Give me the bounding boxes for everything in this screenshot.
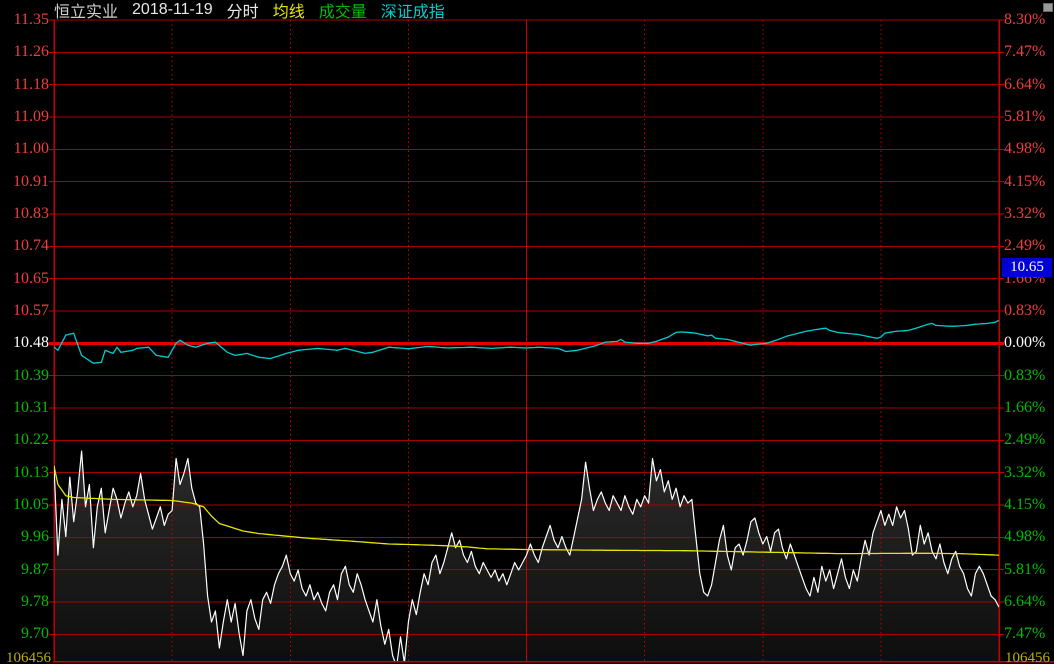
toggle-volume[interactable]: 成交量 <box>319 0 367 22</box>
left-axis-label: 10.05 <box>0 497 49 513</box>
stock-name[interactable]: 恒立实业 <box>54 0 118 22</box>
left-axis-label: 9.96 <box>0 529 49 545</box>
window-resize-icon[interactable] <box>1043 3 1053 12</box>
tab-intraday[interactable]: 分时 <box>227 0 259 22</box>
right-axis-label: 0.83% <box>1004 368 1054 384</box>
left-axis-label: 10.74 <box>0 238 49 254</box>
right-axis-label: 5.81% <box>1004 562 1054 578</box>
right-axis-label: 3.32% <box>1004 465 1054 481</box>
right-axis-label: 0.83% <box>1004 303 1054 319</box>
toggle-index-overlay[interactable]: 深证成指 <box>381 0 445 22</box>
right-axis-label: 4.15% <box>1004 174 1054 190</box>
left-axis-label: 9.87 <box>0 562 49 578</box>
left-axis-label: 10.91 <box>0 174 49 190</box>
left-axis-label: 10.22 <box>0 432 49 448</box>
right-axis-label: 4.15% <box>1004 497 1054 513</box>
right-axis-label: 8.30% <box>1004 12 1054 28</box>
toggle-ma-line[interactable]: 均线 <box>273 0 305 22</box>
right-axis-label: 4.98% <box>1004 141 1054 157</box>
right-axis-label: 6.64% <box>1004 77 1054 93</box>
chart-date: 2018-11-19 <box>132 1 213 19</box>
left-axis-label: 10.31 <box>0 400 49 416</box>
left-axis-label: 11.35 <box>0 12 49 28</box>
left-axis-label: 11.09 <box>0 109 49 125</box>
left-axis-label: 11.00 <box>0 141 49 157</box>
right-axis-label: 6.64% <box>1004 594 1054 610</box>
left-axis-label: 10.57 <box>0 303 49 319</box>
chart-header: 恒立实业 2018-11-19 分时 均线 成交量 深证成指 <box>54 0 459 19</box>
left-axis-label: 10.65 <box>0 271 49 287</box>
right-axis-label: 0.00% <box>1004 335 1054 351</box>
intraday-chart-screen: 恒立实业 2018-11-19 分时 均线 成交量 深证成指 11.35 11.2… <box>0 0 1054 664</box>
left-axis-label: 10.48 <box>0 335 49 351</box>
right-axis-label: 2.49% <box>1004 432 1054 448</box>
intraday-chart-canvas[interactable] <box>0 0 1054 664</box>
price-cursor-badge: 10.65 <box>1002 258 1052 277</box>
corner-value-right: 106456 <box>1005 650 1054 664</box>
left-axis-label: 11.26 <box>0 44 49 60</box>
right-axis-label: 5.81% <box>1004 109 1054 125</box>
left-axis-label: 9.70 <box>0 626 49 642</box>
corner-value-left: 106456 <box>0 650 51 664</box>
right-axis-label: 7.47% <box>1004 626 1054 642</box>
right-axis-label: 2.49% <box>1004 238 1054 254</box>
left-axis-label: 10.83 <box>0 206 49 222</box>
left-axis-label: 10.39 <box>0 368 49 384</box>
right-axis-label: 1.66% <box>1004 400 1054 416</box>
right-axis-label: 4.98% <box>1004 529 1054 545</box>
right-axis-label: 7.47% <box>1004 44 1054 60</box>
left-axis-label: 10.13 <box>0 465 49 481</box>
left-axis-label: 11.18 <box>0 77 49 93</box>
left-axis-label: 9.78 <box>0 594 49 610</box>
right-axis-label: 3.32% <box>1004 206 1054 222</box>
